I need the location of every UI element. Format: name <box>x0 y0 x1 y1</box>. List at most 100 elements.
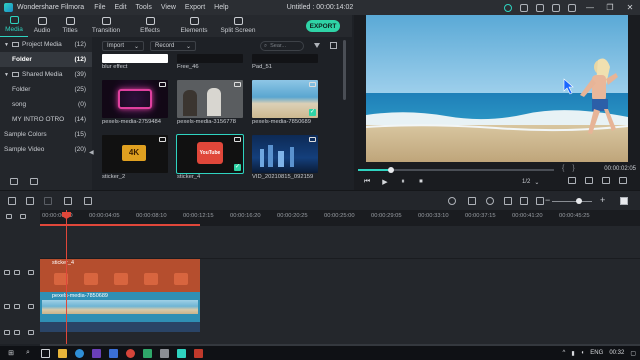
clock[interactable]: 00:32 <box>609 350 624 356</box>
volume-icon[interactable] <box>602 177 610 184</box>
undo-icon[interactable] <box>8 197 16 205</box>
media-thumb-blur-effect[interactable] <box>102 54 168 63</box>
windows-start-icon[interactable]: ⊞ <box>5 348 17 358</box>
collapse-sidebar-icon[interactable]: ◀ <box>89 149 94 156</box>
step-back-button[interactable]: ⏮ <box>358 178 376 186</box>
app-icon[interactable] <box>158 348 170 358</box>
preview-scrubber[interactable] <box>358 167 554 173</box>
app-icon[interactable] <box>124 348 136 358</box>
lock-icon[interactable] <box>4 330 10 335</box>
menu-help[interactable]: Help <box>214 4 228 11</box>
tab-transition[interactable]: Transition <box>84 17 128 37</box>
shield-icon[interactable] <box>468 197 476 205</box>
headset-icon[interactable] <box>504 3 512 12</box>
menu-view[interactable]: View <box>161 4 176 11</box>
lightbulb-icon[interactable] <box>520 3 528 12</box>
stop-button[interactable]: ⏹ <box>412 178 430 186</box>
delete-icon[interactable] <box>44 197 52 205</box>
render-preview-icon[interactable] <box>448 197 456 205</box>
account-icon[interactable] <box>536 3 544 12</box>
maximize-button[interactable]: ❐ <box>604 3 616 12</box>
audio-mixer-icon[interactable] <box>84 197 92 205</box>
edge-icon[interactable] <box>73 348 85 358</box>
app-icon[interactable] <box>192 348 204 358</box>
tab-split-screen[interactable]: Split Screen <box>216 17 260 37</box>
link-icon[interactable] <box>20 214 26 219</box>
chevron-up-icon[interactable]: ^ <box>563 350 566 356</box>
language-indicator[interactable]: ENG <box>590 350 603 356</box>
redo-icon[interactable] <box>26 197 34 205</box>
tab-audio[interactable]: Audio <box>28 17 56 37</box>
tab-elements[interactable]: Elements <box>172 17 216 37</box>
app-icon[interactable] <box>107 348 119 358</box>
menu-tools[interactable]: Tools <box>136 4 152 11</box>
snapshot-camera-icon[interactable] <box>585 177 593 184</box>
export-button[interactable]: EXPORT <box>306 20 340 32</box>
fullscreen-icon[interactable] <box>619 177 627 184</box>
lock-icon[interactable] <box>4 304 10 309</box>
video-clip[interactable]: pexels-media-7850689 <box>40 292 200 322</box>
audio-clip[interactable] <box>40 322 200 332</box>
sidebar-item-sample-colors[interactable]: Sample Colors (15) <box>0 127 92 142</box>
zoom-in-icon[interactable]: + <box>600 195 605 205</box>
lock-icon[interactable] <box>4 270 10 275</box>
monitor-icon[interactable] <box>568 177 576 184</box>
scissors-icon[interactable] <box>64 197 72 205</box>
zoom-slider-handle[interactable] <box>576 198 582 204</box>
sidebar-item-shared-folder[interactable]: Folder (25) <box>0 82 92 97</box>
playback-quality-dropdown[interactable]: 1/2 ⌄ <box>522 177 558 187</box>
notifications-icon[interactable]: ▢ <box>630 350 636 357</box>
folder-open-icon[interactable] <box>30 177 38 185</box>
import-dropdown[interactable]: Import ⌄ <box>102 41 144 51</box>
network-icon[interactable]: ▮ <box>571 350 574 357</box>
file-explorer-icon[interactable] <box>56 348 68 358</box>
timeline-settings-icon[interactable] <box>620 197 628 205</box>
menu-edit[interactable]: Edit <box>114 4 126 11</box>
play-button[interactable]: ▶ <box>376 178 394 186</box>
eye-icon[interactable] <box>28 304 34 309</box>
sidebar-item-my-intro-otro[interactable]: MY INTRO OTRO (14) <box>0 112 92 127</box>
media-thumb-free-46[interactable] <box>177 54 243 63</box>
zoom-slider[interactable] <box>552 201 592 202</box>
media-thumb-sticker-2[interactable]: 4K <box>102 135 168 173</box>
new-folder-icon[interactable] <box>10 177 18 185</box>
close-button[interactable]: ✕ <box>624 3 636 12</box>
minimize-button[interactable]: — <box>584 3 596 12</box>
mail-icon[interactable] <box>552 3 560 12</box>
app-icon[interactable] <box>90 348 102 358</box>
preview-scrubber-handle[interactable] <box>388 167 395 173</box>
add-track-icon[interactable] <box>6 214 12 219</box>
sidebar-item-folder[interactable]: Folder (12) <box>0 52 92 67</box>
record-dropdown[interactable]: Record ⌄ <box>150 41 196 51</box>
detach-audio-icon[interactable] <box>536 197 544 205</box>
snapshot-icon[interactable] <box>520 197 528 205</box>
sidebar-item-project-media[interactable]: ▼ Project Media (12) <box>0 37 92 52</box>
mark-in-out-icon[interactable]: {} <box>562 165 583 172</box>
media-thumb-pexels-3156778[interactable] <box>177 80 243 118</box>
tab-titles[interactable]: Titles <box>56 17 84 37</box>
media-scrollbar[interactable] <box>343 40 346 100</box>
search-icon[interactable]: ⌕ <box>22 348 34 358</box>
sidebar-item-shared-media[interactable]: ▼ Shared Media (39) <box>0 67 92 82</box>
microphone-icon[interactable] <box>486 197 494 205</box>
voiceover-list-icon[interactable] <box>504 197 512 205</box>
filter-icon[interactable] <box>314 43 320 48</box>
task-view-icon[interactable] <box>39 348 51 358</box>
sidebar-item-sample-video[interactable]: Sample Video (20) <box>0 142 92 157</box>
media-thumb-pad-51[interactable] <box>252 54 318 63</box>
filmora-taskbar-icon[interactable] <box>175 348 187 358</box>
mute-icon[interactable] <box>28 330 34 335</box>
media-thumb-pexels-2759484[interactable] <box>102 80 168 118</box>
media-thumb-pexels-7850689[interactable]: ✓ <box>252 80 318 118</box>
menu-export[interactable]: Export <box>185 4 205 11</box>
timeline-ruler[interactable]: 00:00:00:00 00:00:04:05 00:00:08:10 00:0… <box>40 210 640 224</box>
zoom-out-icon[interactable]: − <box>545 195 550 205</box>
app-icon[interactable] <box>141 348 153 358</box>
grid-view-icon[interactable] <box>330 42 337 49</box>
menu-file[interactable]: File <box>94 4 105 11</box>
tab-media[interactable]: Media <box>0 16 28 37</box>
volume-icon[interactable]: ◖ <box>581 350 585 356</box>
pause-button[interactable]: ⏸ <box>394 178 412 186</box>
media-search-input[interactable]: ⌕ Sear... <box>260 41 304 51</box>
download-icon[interactable] <box>568 3 576 12</box>
